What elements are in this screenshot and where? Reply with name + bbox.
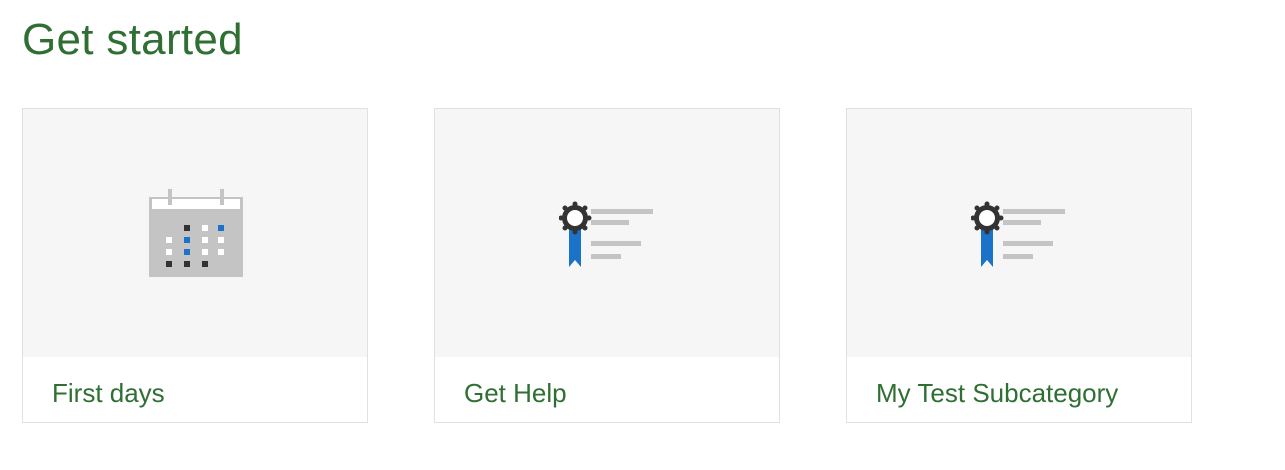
- tile-get-help[interactable]: Get Help: [434, 108, 780, 423]
- tile-image: [847, 109, 1191, 357]
- certificate-icon: [559, 201, 653, 267]
- tile-image: [435, 109, 779, 357]
- tile-label: First days: [52, 378, 165, 408]
- page-title: Get started: [22, 15, 243, 64]
- tile-label: My Test Subcategory: [876, 378, 1119, 408]
- certificate-icon: [971, 201, 1065, 267]
- tile-my-test-subcategory[interactable]: My Test Subcategory: [846, 108, 1192, 423]
- tile-label: Get Help: [464, 378, 567, 408]
- tile-first-days[interactable]: First days: [22, 108, 368, 423]
- tile-image: [23, 109, 367, 357]
- calendar-icon: [149, 189, 243, 277]
